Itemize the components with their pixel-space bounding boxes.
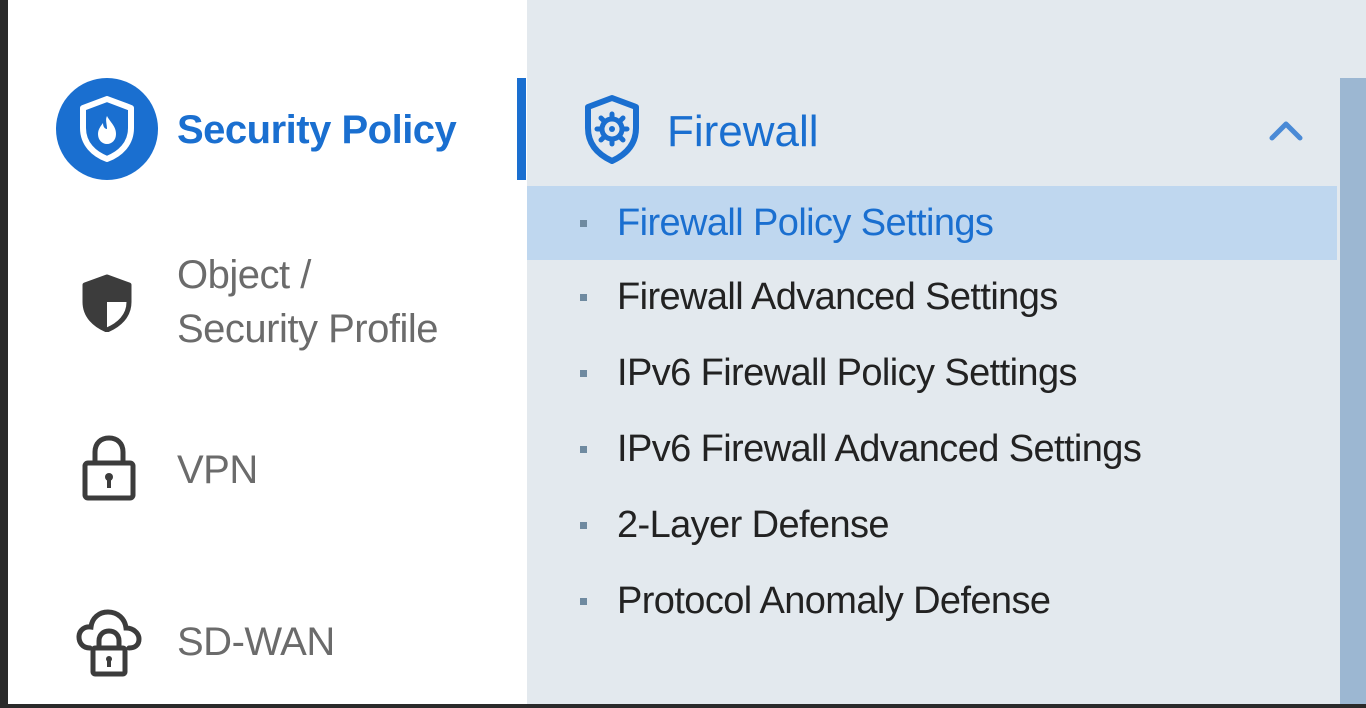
submenu-list: Firewall Policy Settings Firewall Advanc… (527, 186, 1337, 640)
nav-item-sd-wan[interactable]: SD-WAN (8, 604, 527, 684)
bullet-icon (580, 522, 587, 529)
submenu-item-label: 2-Layer Defense (617, 504, 890, 546)
bullet-icon (580, 446, 587, 453)
primary-nav: Security Policy Object / Security Profil… (8, 0, 527, 704)
submenu-group-label: Firewall (667, 107, 819, 156)
submenu-group-firewall[interactable]: Firewall (527, 82, 1337, 182)
submenu-item-label: Firewall Policy Settings (617, 202, 994, 244)
nav-label-object-line: Object / Security Profile (177, 253, 438, 351)
nav-label-vpn: VPN (177, 448, 258, 492)
cloud-lock-icon (76, 608, 142, 678)
chevron-up-icon[interactable] (1265, 110, 1307, 152)
submenu-item-label: IPv6 Firewall Policy Settings (617, 352, 1077, 394)
submenu-item-label: Firewall Advanced Settings (617, 276, 1058, 318)
submenu-item-2-layer-defense[interactable]: 2-Layer Defense (527, 488, 1337, 564)
lock-icon (78, 434, 140, 502)
nav-item-vpn[interactable]: VPN (8, 428, 527, 508)
app-frame: Security Policy Object / Security Profil… (8, 0, 1366, 704)
active-indicator (517, 78, 526, 180)
bullet-icon (580, 220, 587, 227)
nav-label-object-security-profile: Object / Security Profile (177, 248, 438, 356)
submenu-item-label: Protocol Anomaly Defense (617, 580, 1051, 622)
submenu-item-ipv6-firewall-policy-settings[interactable]: IPv6 Firewall Policy Settings (527, 336, 1337, 412)
shield-flame-icon (56, 78, 158, 180)
submenu-item-firewall-policy-settings[interactable]: Firewall Policy Settings (527, 186, 1337, 260)
submenu-panel: Firewall Firewall Policy Settings Firewa… (527, 0, 1366, 704)
shield-half-icon (78, 274, 136, 332)
nav-item-security-policy[interactable]: Security Policy (8, 76, 527, 182)
submenu-item-firewall-advanced-settings[interactable]: Firewall Advanced Settings (527, 260, 1337, 336)
submenu-item-protocol-anomaly-defense[interactable]: Protocol Anomaly Defense (527, 564, 1337, 640)
nav-label-sd-wan: SD-WAN (177, 620, 335, 664)
nav-label-security-policy: Security Policy (177, 108, 457, 152)
submenu-item-ipv6-firewall-advanced-settings[interactable]: IPv6 Firewall Advanced Settings (527, 412, 1337, 488)
bullet-icon (580, 598, 587, 605)
submenu-item-label: IPv6 Firewall Advanced Settings (617, 428, 1142, 470)
bullet-icon (580, 294, 587, 301)
submenu-scrollbar[interactable] (1340, 78, 1366, 704)
bullet-icon (580, 370, 587, 377)
nav-item-object-security-profile[interactable]: Object / Security Profile (8, 246, 527, 356)
shield-gear-icon (583, 94, 641, 166)
